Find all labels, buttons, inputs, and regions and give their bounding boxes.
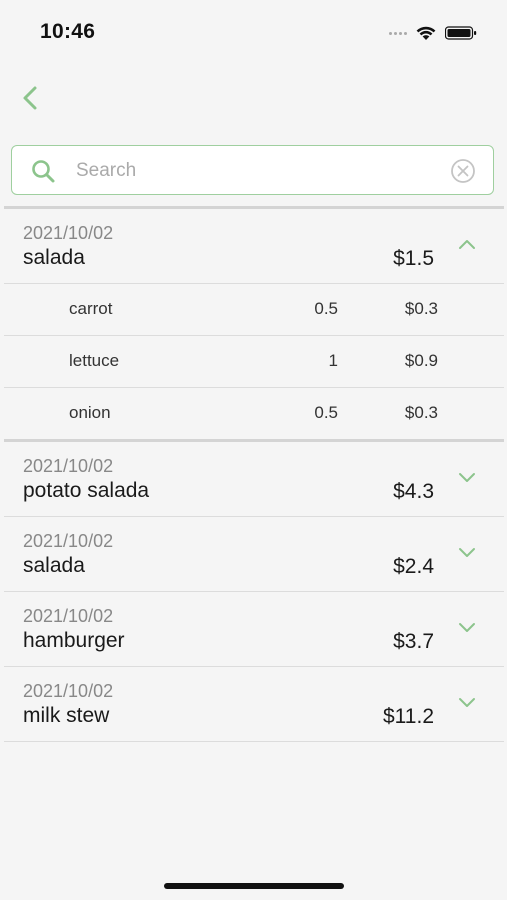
meal-date: 2021/10/02 [23,456,114,476]
meal-card: 2021/10/02 salada $2.4 [4,517,504,592]
search-icon [32,160,55,183]
meal-date: 2021/10/02 [23,531,114,551]
meal-name: salada [23,246,85,269]
status-time: 10:46 [40,20,96,43]
ingredient-name: lettuce [69,351,120,370]
navigation-bar [0,62,507,134]
meal-card-header[interactable]: 2021/10/02 salada $2.4 [4,517,504,591]
chevron-up-icon[interactable] [456,233,478,255]
chevron-down-icon[interactable] [456,466,478,488]
meal-name: salada [23,554,85,577]
ingredient-name: onion [69,403,111,422]
ingredient-row: carrot 0.5 $0.3 [4,283,504,335]
ingredient-price: $0.3 [404,299,438,318]
search-bar[interactable] [11,145,494,195]
meal-name: potato salada [23,479,150,502]
meal-price: $11.2 [383,705,434,728]
meal-card-header[interactable]: 2021/10/02 hamburger $3.7 [4,592,504,666]
ingredient-row: lettuce 1 $0.9 [4,335,504,387]
ingredient-name: carrot [69,299,113,318]
chevron-down-icon[interactable] [456,691,478,713]
wifi-icon [416,26,436,40]
meal-card-header[interactable]: 2021/10/02 salada $1.5 [4,209,504,283]
ingredient-quantity: 0.5 [314,403,338,422]
meal-name: hamburger [23,629,125,652]
meal-card-header[interactable]: 2021/10/02 milk stew $11.2 [4,667,504,741]
meal-card-header[interactable]: 2021/10/02 potato salada $4.3 [4,442,504,516]
meal-price: $1.5 [393,247,434,270]
meal-price: $4.3 [393,480,434,503]
ingredient-price: $0.9 [404,351,438,370]
meal-list: 2021/10/02 salada $1.5 carrot 0.5 $0.3 l… [4,209,504,742]
meal-card: 2021/10/02 salada $1.5 carrot 0.5 $0.3 l… [4,209,504,442]
ingredient-row: onion 0.5 $0.3 [4,387,504,439]
meal-card: 2021/10/02 hamburger $3.7 [4,592,504,667]
chevron-down-icon[interactable] [456,616,478,638]
meal-card: 2021/10/02 potato salada $4.3 [4,442,504,517]
search-input[interactable] [74,156,448,186]
meal-date: 2021/10/02 [23,606,114,626]
ingredient-quantity: 0.5 [314,299,338,318]
meal-price: $2.4 [393,555,434,578]
chevron-down-icon[interactable] [456,541,478,563]
home-indicator[interactable] [164,883,344,889]
meal-date: 2021/10/02 [23,681,114,701]
meal-price: $3.7 [393,630,434,653]
meal-name: milk stew [23,704,110,727]
back-chevron-icon[interactable] [16,82,48,114]
ingredient-price: $0.3 [404,403,438,422]
meal-date: 2021/10/02 [23,223,114,243]
status-icons [389,24,477,42]
status-bar: 10:46 [0,0,507,62]
clear-search-icon[interactable] [449,157,477,185]
ingredient-quantity: 1 [328,351,338,370]
cellular-signal-icon [389,31,407,35]
battery-icon [445,26,477,40]
meal-card: 2021/10/02 milk stew $11.2 [4,667,504,742]
